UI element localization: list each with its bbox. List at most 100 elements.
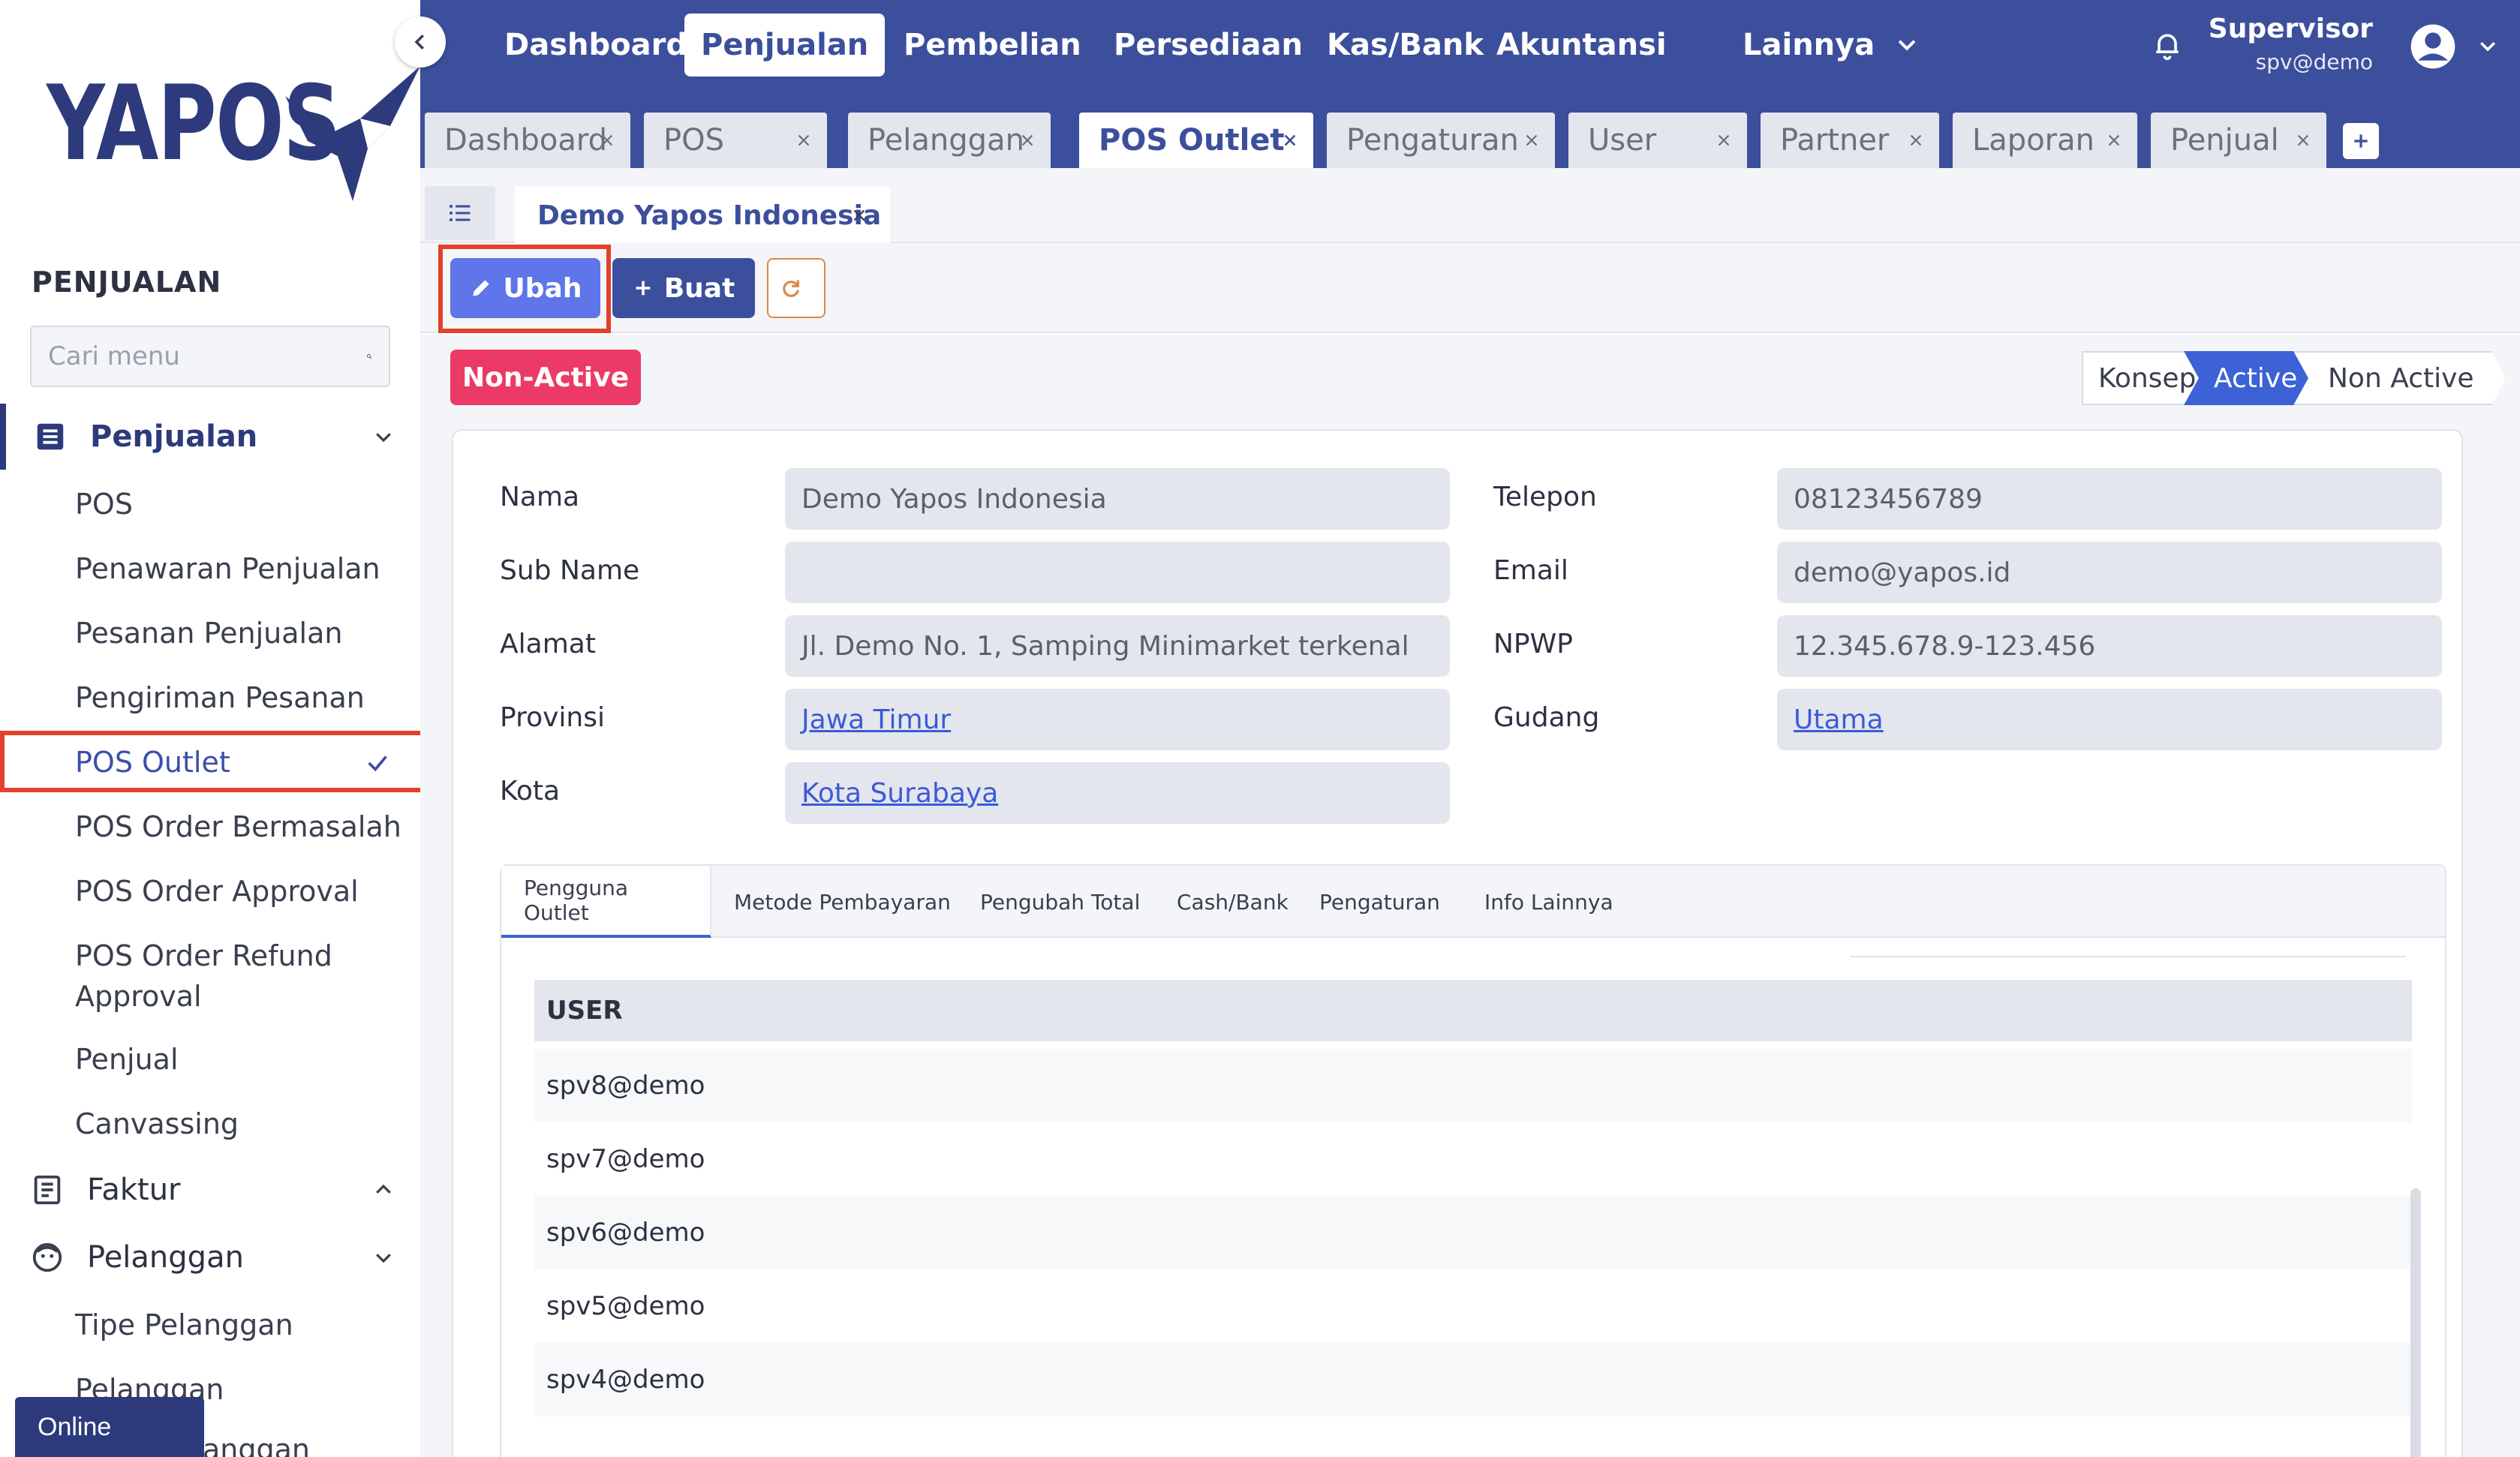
document-tab-demo-yapos[interactable]: Demo Yapos Indonesia	[515, 186, 890, 245]
close-icon[interactable]	[851, 207, 868, 224]
chevron-down-icon[interactable]	[2476, 35, 2499, 57]
nav-pembelian[interactable]: Pembelian	[887, 14, 1098, 77]
nav-penjualan[interactable]: Penjualan	[684, 14, 886, 77]
chevron-down-icon[interactable]	[372, 1246, 395, 1269]
user-table-header: USER	[534, 980, 2412, 1041]
npwp-field[interactable]: 12.345.678.9-123.456	[1777, 615, 2442, 677]
provinsi-link[interactable]: Jawa Timur	[785, 689, 1450, 750]
label-alamat: Alamat	[500, 629, 596, 659]
table-scrollbar[interactable]	[2410, 1188, 2421, 1457]
close-icon[interactable]	[1716, 132, 1732, 149]
sidebar-item-tipe-pelanggan[interactable]: Tipe Pelanggan	[0, 1304, 420, 1346]
sidebar-item-pengiriman-pesanan[interactable]: Pengiriman Pesanan	[0, 677, 420, 719]
document-tabs: Demo Yapos Indonesia	[420, 168, 2520, 245]
highlight-pos-outlet	[0, 731, 459, 792]
tab-penjual[interactable]: Penjual	[2151, 113, 2326, 168]
chevron-up-icon[interactable]	[372, 1179, 395, 1201]
tab-pengaturan-detail[interactable]: Pengaturan	[1319, 866, 1440, 938]
nav-kas-bank[interactable]: Kas/Bank	[1310, 14, 1500, 77]
add-tab-button[interactable]	[2343, 123, 2379, 159]
plus-icon	[2354, 134, 2368, 148]
search-icon[interactable]	[366, 344, 372, 369]
online-status-badge[interactable]: Online	[15, 1397, 204, 1457]
collapse-sidebar-button[interactable]	[395, 17, 446, 68]
tab-pengguna-outlet[interactable]: Pengguna Outlet	[501, 866, 711, 938]
bell-icon[interactable]	[2151, 27, 2184, 63]
status-badge: Non-Active	[450, 350, 641, 405]
tab-pelanggan[interactable]: Pelanggan	[848, 113, 1051, 168]
nav-persediaan[interactable]: Persediaan	[1097, 14, 1319, 77]
telepon-field[interactable]: 08123456789	[1777, 468, 2442, 530]
tab-label: Pelanggan	[868, 123, 1024, 158]
step-active[interactable]: Active	[2184, 351, 2308, 405]
sidebar-item-pos-order-refund[interactable]: POS Order Refund	[0, 935, 420, 977]
chevron-down-icon[interactable]	[372, 425, 395, 448]
label-npwp: NPWP	[1493, 629, 1573, 659]
tab-user[interactable]: User	[1568, 113, 1747, 168]
top-navigation: Dashboard Penjualan Pembelian Persediaan…	[395, 0, 2520, 93]
tab-pengaturan[interactable]: Pengaturan	[1327, 113, 1555, 168]
sidebar-item-pos[interactable]: POS	[0, 483, 420, 525]
tab-pos-outlet[interactable]: POS Outlet	[1079, 113, 1313, 168]
sidebar-group-faktur[interactable]: Faktur	[0, 1157, 420, 1223]
list-icon	[449, 204, 471, 222]
sidebar-item-penjual[interactable]: Penjual	[0, 1038, 420, 1080]
tab-label: Pengaturan	[1346, 123, 1519, 158]
tab-partner[interactable]: Partner	[1761, 113, 1939, 168]
tab-laporan[interactable]: Laporan	[1953, 113, 2137, 168]
sidebar-item-pos-order-approval[interactable]: POS Order Approval	[0, 870, 420, 912]
close-icon[interactable]	[1908, 132, 1924, 149]
sidebar-item-pesanan-penjualan[interactable]: Pesanan Penjualan	[0, 612, 420, 654]
document-list-button[interactable]	[425, 186, 495, 240]
user-name[interactable]: Supervisor	[2209, 14, 2373, 44]
tab-cash-bank[interactable]: Cash/Bank	[1177, 866, 1289, 938]
nav-akuntansi[interactable]: Akuntansi	[1480, 14, 1683, 77]
label-nama: Nama	[500, 482, 580, 512]
sidebar-group-pelanggan[interactable]: Pelanggan	[0, 1224, 420, 1290]
close-icon[interactable]	[1282, 132, 1298, 149]
plus-icon	[636, 281, 651, 296]
step-konsep[interactable]: Konsep	[2082, 351, 2199, 405]
close-icon[interactable]	[599, 132, 615, 149]
email-field[interactable]: demo@yapos.id	[1777, 542, 2442, 603]
tab-label: Dashboard	[444, 123, 608, 158]
table-row[interactable]: spv5@demo	[534, 1269, 2412, 1343]
close-icon[interactable]	[795, 132, 812, 149]
sidebar-item-pos-order-refund-line2[interactable]: Approval	[0, 975, 420, 1017]
tab-pengubah-total[interactable]: Pengubah Total	[980, 866, 1140, 938]
avatar-icon[interactable]	[2409, 23, 2457, 71]
table-row[interactable]: spv4@demo	[534, 1343, 2412, 1416]
refresh-button[interactable]	[767, 258, 825, 318]
alamat-field[interactable]: Jl. Demo No. 1, Samping Minimarket terke…	[785, 615, 1450, 677]
tab-dashboard[interactable]: Dashboard	[425, 113, 630, 168]
sidebar-group-penjualan[interactable]: Penjualan	[0, 404, 420, 470]
kota-link[interactable]: Kota Surabaya	[785, 762, 1450, 824]
close-icon[interactable]	[2295, 132, 2311, 149]
menu-search[interactable]	[30, 326, 390, 387]
sidebar-item-pos-order-bermasalah[interactable]: POS Order Bermasalah	[0, 806, 420, 848]
create-button[interactable]: Buat	[612, 258, 755, 318]
tab-label: POS Outlet	[1099, 123, 1285, 158]
yapos-logo[interactable]: YAPOS	[47, 66, 423, 201]
sub-name-field[interactable]	[785, 542, 1450, 603]
nama-field[interactable]: Demo Yapos Indonesia	[785, 468, 1450, 530]
detail-tabs-panel: Pengguna Outlet Metode Pembayaran Pengub…	[500, 864, 2446, 1457]
menu-search-input[interactable]	[48, 341, 366, 371]
action-toolbar: Ubah Buat	[420, 243, 2520, 333]
chevron-down-icon[interactable]	[1894, 32, 1920, 57]
step-non-active[interactable]: Non Active	[2293, 351, 2505, 405]
tab-pos[interactable]: POS	[644, 113, 827, 168]
nav-lainnya[interactable]: Lainnya	[1726, 14, 1891, 77]
sidebar-item-penawaran-penjualan[interactable]: Penawaran Penjualan	[0, 548, 420, 590]
table-row[interactable]: spv8@demo	[534, 1049, 2412, 1122]
close-icon[interactable]	[1523, 132, 1540, 149]
close-icon[interactable]	[2106, 132, 2122, 149]
sidebar-item-canvassing[interactable]: Canvassing	[0, 1103, 420, 1145]
gudang-link[interactable]: Utama	[1777, 689, 2442, 750]
table-row[interactable]: spv7@demo	[534, 1122, 2412, 1196]
tab-info-lainnya[interactable]: Info Lainnya	[1484, 866, 1613, 938]
tab-metode-pembayaran[interactable]: Metode Pembayaran	[734, 866, 951, 938]
nav-dashboard[interactable]: Dashboard	[488, 14, 704, 77]
table-row[interactable]: spv6@demo	[534, 1196, 2412, 1269]
close-icon[interactable]	[1019, 132, 1036, 149]
